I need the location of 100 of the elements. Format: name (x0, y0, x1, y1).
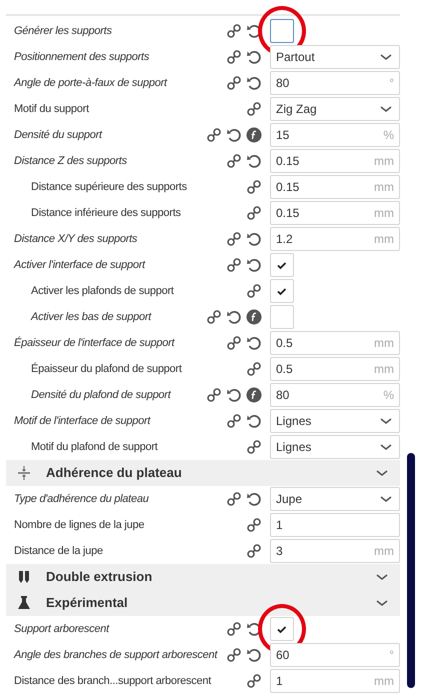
number-field[interactable]: 0.15 mm (270, 201, 400, 225)
link-icon[interactable] (226, 257, 242, 273)
link-icon[interactable] (226, 231, 242, 247)
link-icon[interactable] (226, 75, 242, 91)
unit-label: % (383, 127, 394, 144)
dropdown[interactable]: Partout (270, 45, 400, 69)
link-icon[interactable] (246, 517, 262, 533)
setting-label: Motif du plafond de support (31, 440, 159, 455)
setting-label: Type d'adhérence du plateau (14, 492, 150, 507)
section-title: Double extrusion (46, 568, 152, 586)
number-field[interactable]: 0.15 mm (270, 175, 400, 199)
number-field[interactable]: 80 % (270, 383, 400, 407)
formula-icon[interactable] (246, 309, 262, 325)
setting-label: Distance des branch...support arborescent (14, 674, 212, 689)
number-field[interactable]: 1 (270, 513, 400, 537)
link-icon[interactable] (246, 101, 262, 117)
nozzles-icon (16, 569, 32, 585)
link-icon[interactable] (246, 439, 262, 455)
link-icon[interactable] (246, 205, 262, 221)
reset-icon[interactable] (246, 647, 262, 663)
link-icon[interactable] (226, 647, 242, 663)
reset-icon[interactable] (246, 257, 262, 273)
formula-icon[interactable] (246, 387, 262, 403)
link-icon[interactable] (226, 621, 242, 637)
setting-label: Distance Z des supports (14, 154, 128, 169)
setting-label: Angle de porte-à-faux de support (14, 76, 168, 91)
dropdown[interactable]: Jupe (270, 487, 400, 511)
unit-label: mm (374, 361, 394, 378)
setting-label: Positionnement des supports (14, 50, 150, 65)
flask-icon (16, 595, 32, 611)
link-icon[interactable] (226, 335, 242, 351)
link-icon[interactable] (206, 387, 222, 403)
link-icon[interactable] (246, 673, 262, 689)
setting-label: Motif de l'interface de support (14, 414, 152, 429)
link-icon[interactable] (246, 179, 262, 195)
link-icon[interactable] (206, 127, 222, 143)
section-header[interactable]: Double extrusion (6, 564, 400, 590)
unit-label: mm (374, 179, 394, 196)
number-field[interactable]: 3 mm (270, 539, 400, 563)
dropdown[interactable]: Lignes (270, 409, 400, 433)
section-title: Adhérence du plateau (46, 464, 182, 482)
number-field[interactable]: 0.5 mm (270, 331, 400, 355)
setting-label: Générer les supports (14, 24, 113, 39)
unit-label: % (383, 387, 394, 404)
setting-label: Épaisseur du plafond de support (31, 362, 183, 377)
unit-label: ° (389, 75, 394, 92)
number-field[interactable]: 1 mm (270, 669, 400, 693)
reset-icon[interactable] (246, 75, 262, 91)
checkbox[interactable] (270, 19, 294, 43)
dropdown[interactable]: Lignes (270, 435, 400, 459)
link-icon[interactable] (226, 413, 242, 429)
unit-label: mm (374, 205, 394, 222)
section-title: Expérimental (46, 594, 128, 612)
link-icon[interactable] (226, 153, 242, 169)
dropdown[interactable]: Zig Zag (270, 97, 400, 121)
setting-label: Distance inférieure des supports (31, 206, 182, 221)
setting-label: Distance de la jupe (14, 544, 104, 559)
reset-icon[interactable] (226, 387, 242, 403)
number-field[interactable]: 60 ° (270, 643, 400, 667)
adhesion-icon (16, 465, 32, 481)
unit-label: mm (374, 543, 394, 560)
section-header[interactable]: Expérimental (6, 590, 400, 616)
scrollbar-thumb[interactable] (407, 453, 415, 688)
unit-label: mm (374, 231, 394, 248)
link-icon[interactable] (246, 283, 262, 299)
setting-label: Activer l'interface de support (14, 258, 146, 273)
link-icon[interactable] (226, 23, 242, 39)
reset-icon[interactable] (226, 127, 242, 143)
setting-label: Activer les plafonds de support (31, 284, 175, 299)
setting-label: Angle des branches de support arborescent (14, 648, 219, 663)
setting-label: Support arborescent (14, 622, 110, 637)
unit-label: ° (389, 647, 394, 664)
reset-icon[interactable] (246, 49, 262, 65)
setting-label: Densité du support (14, 128, 104, 143)
link-icon[interactable] (206, 309, 222, 325)
number-field[interactable]: 15 % (270, 123, 400, 147)
setting-label: Nombre de lignes de la jupe (14, 518, 146, 533)
link-icon[interactable] (226, 49, 242, 65)
reset-icon[interactable] (246, 335, 262, 351)
number-field[interactable]: 0.15 mm (270, 149, 400, 173)
unit-label: mm (374, 335, 394, 352)
section-header[interactable]: Adhérence du plateau (6, 460, 400, 486)
unit-label: mm (374, 153, 394, 170)
link-icon[interactable] (226, 491, 242, 507)
formula-icon[interactable] (246, 127, 262, 143)
number-field[interactable]: 80 ° (270, 71, 400, 95)
reset-icon[interactable] (246, 491, 262, 507)
link-icon[interactable] (246, 543, 262, 559)
reset-icon[interactable] (226, 309, 242, 325)
reset-icon[interactable] (246, 413, 262, 429)
setting-label: Épaisseur de l'interface de support (14, 336, 176, 351)
link-icon[interactable] (246, 361, 262, 377)
setting-label: Distance supérieure des supports (31, 180, 188, 195)
reset-icon[interactable] (246, 231, 262, 247)
number-field[interactable]: 0.5 mm (270, 357, 400, 381)
unit-label: mm (374, 673, 394, 690)
setting-label: Motif du support (14, 102, 90, 117)
reset-icon[interactable] (246, 153, 262, 169)
number-field[interactable]: 1.2 mm (270, 227, 400, 251)
setting-label: Activer les bas de support (31, 310, 153, 325)
